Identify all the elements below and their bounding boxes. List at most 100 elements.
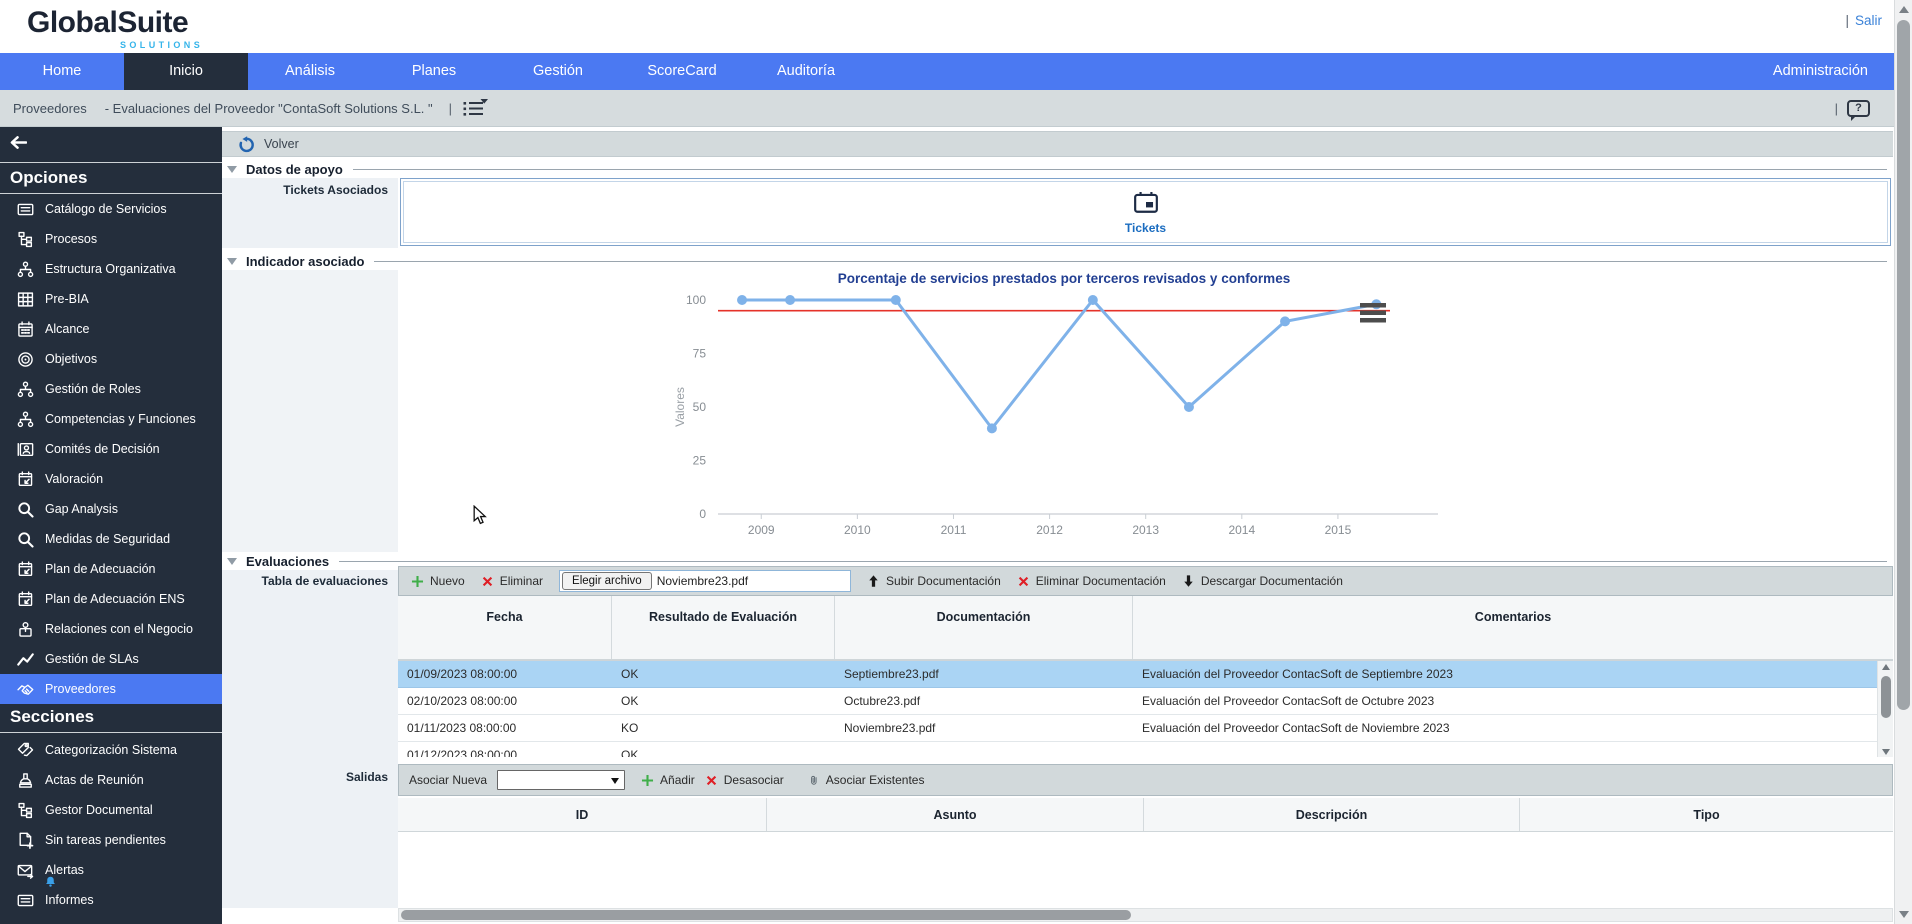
anadir-button[interactable]: Añadir [641, 773, 695, 787]
svg-text:Porcentaje de servicios presta: Porcentaje de servicios prestados por te… [838, 271, 1290, 286]
collapse-triangle-icon[interactable] [227, 165, 237, 173]
column-header-comentarios[interactable]: Comentarios [1133, 596, 1893, 659]
sidebar-item-relaciones-con-el-negocio[interactable]: Relaciones con el Negocio [0, 614, 222, 644]
sidebar-item-estructura-organizativa[interactable]: Estructura Organizativa [0, 254, 222, 284]
sidebar-item-gestion-de-roles[interactable]: Gestión de Roles [0, 374, 222, 404]
desasociar-button[interactable]: Desasociar [705, 773, 784, 787]
volver-button[interactable]: Volver [264, 137, 299, 151]
eliminar-documentacion-button[interactable]: Eliminar Documentación [1017, 574, 1166, 588]
sidebar-item-gap-analysis[interactable]: Gap Analysis [0, 494, 222, 524]
nav-home[interactable]: Home [0, 53, 124, 90]
eliminar-button[interactable]: Eliminar [481, 574, 543, 588]
sidebar-item-objetivos[interactable]: Objetivos [0, 344, 222, 374]
column-header-documentacion[interactable]: Documentación [835, 596, 1133, 659]
scroll-up-icon[interactable] [1899, 6, 1909, 13]
nav-analisis[interactable]: Análisis [248, 53, 372, 90]
sidebar-collapse-button[interactable] [10, 134, 40, 156]
asociar-nueva-select[interactable] [497, 770, 626, 790]
scroll-thumb[interactable] [1897, 20, 1910, 710]
column-header-tipo[interactable]: Tipo [1520, 798, 1893, 831]
table-scrollbar[interactable] [1877, 661, 1893, 757]
column-header-fecha[interactable]: Fecha [398, 596, 612, 659]
sidebar-item-gestor-documental[interactable]: Gestor Documental [0, 795, 222, 825]
scroll-thumb[interactable] [401, 910, 1131, 920]
sidebar-item-valoracion[interactable]: Valoración [0, 464, 222, 494]
section-datos-de-apoyo: Datos de apoyo [227, 160, 1891, 178]
breadcrumb-root[interactable]: Proveedores [13, 101, 87, 116]
nav-administracion[interactable]: Administración [1747, 53, 1894, 90]
target-icon [15, 350, 35, 368]
table-row[interactable]: 01/09/2023 08:00:00 OK Septiembre23.pdf … [398, 661, 1877, 688]
salidas-label: Salidas [345, 770, 388, 784]
elegir-archivo-button[interactable]: Elegir archivo [562, 572, 652, 590]
sidebar-item-gestion-de-slas[interactable]: Gestión de SLAs [0, 644, 222, 674]
column-header-asunto[interactable]: Asunto [767, 798, 1144, 831]
hierarchy-icon [15, 260, 35, 278]
sidebar-item-proveedores[interactable]: Proveedores [0, 674, 222, 704]
sidebar-item-categorizacion-sistema[interactable]: Categorización Sistema [0, 735, 222, 765]
breadcrumb: Proveedores - Evaluaciones del Proveedor… [0, 90, 1894, 127]
sidebar-item-catalogo-de-servicios[interactable]: Catálogo de Servicios [0, 194, 222, 224]
calendar-icon [15, 320, 35, 338]
x-icon [1018, 576, 1028, 586]
descargar-documentacion-button[interactable]: Descargar Documentación [1182, 574, 1343, 588]
table-row[interactable]: 02/10/2023 08:00:00 OK Octubre23.pdf Eva… [398, 688, 1877, 715]
card-person-icon [15, 440, 35, 458]
table-row[interactable]: 01/11/2023 08:00:00 KO Noviembre23.pdf E… [398, 715, 1877, 742]
column-header-id[interactable]: ID [398, 798, 767, 831]
nav-scorecard[interactable]: ScoreCard [620, 53, 744, 90]
logout-link[interactable]: Salir [1855, 13, 1882, 28]
collapse-triangle-icon[interactable] [227, 257, 237, 265]
grid-icon [15, 290, 35, 308]
svg-text:75: 75 [693, 347, 707, 361]
label-column [222, 570, 398, 908]
horizontal-scrollbar[interactable] [398, 908, 1893, 922]
sidebar-sections-title: Secciones [10, 707, 95, 726]
sidebar-item-medidas-de-seguridad[interactable]: Medidas de Seguridad [0, 524, 222, 554]
tickets-asociados-field[interactable]: Tickets [400, 178, 1891, 246]
sidebar-item-procesos[interactable]: Procesos [0, 224, 222, 254]
x-icon [482, 576, 492, 586]
sidebar-item-alertas[interactable]: Alertas [0, 855, 222, 885]
nav-inicio[interactable]: Inicio [124, 53, 248, 90]
column-header-descripcion[interactable]: Descripción [1144, 798, 1520, 831]
chart-menu-icon [1360, 303, 1386, 323]
nuevo-button[interactable]: Nuevo [411, 574, 465, 588]
scroll-down-icon[interactable] [1882, 749, 1890, 755]
sidebar-item-comites-de-decision[interactable]: Comités de Decisión [0, 434, 222, 464]
scroll-up-icon[interactable] [1882, 664, 1890, 670]
help-icon[interactable]: ? [1847, 99, 1870, 121]
sidebar-item-plan-de-adecuacion-ens[interactable]: Plan de Adecuación ENS [0, 584, 222, 614]
collapse-triangle-icon[interactable] [227, 557, 237, 565]
sidebar-item-competencias-y-funciones[interactable]: Competencias y Funciones [0, 404, 222, 434]
logo-subtitle: SOLUTIONS [120, 40, 204, 50]
scroll-thumb[interactable] [1881, 676, 1891, 718]
subir-documentacion-button[interactable]: Subir Documentación [867, 574, 1001, 588]
svg-text:2009: 2009 [748, 523, 775, 537]
sidebar-item-actas-de-reunion[interactable]: Actas de Reunión [0, 765, 222, 795]
nav-gestion[interactable]: Gestión [496, 53, 620, 90]
documents-icon [15, 891, 35, 909]
sidebar-item-pre-bia[interactable]: Pre-BIA [0, 284, 222, 314]
calendar-arrow-icon [15, 470, 35, 488]
logout-separator: | [1845, 13, 1849, 28]
asociar-existentes-button[interactable]: Asociar Existentes [808, 772, 924, 789]
svg-text:100: 100 [686, 293, 706, 307]
sidebar-item-sin-tareas-pendientes[interactable]: Sin tareas pendientes [0, 825, 222, 855]
briefcase-person-icon [15, 620, 35, 638]
page-menu-icon[interactable] [462, 98, 489, 118]
nav-auditoria[interactable]: Auditoría [744, 53, 868, 90]
sidebar: Opciones Catálogo de Servicios Procesos … [0, 127, 222, 924]
sidebar-item-alcance[interactable]: Alcance [0, 314, 222, 344]
scroll-down-icon[interactable] [1899, 911, 1909, 918]
sidebar-item-informes[interactable]: Informes [0, 885, 222, 915]
page-scrollbar[interactable] [1894, 0, 1912, 924]
svg-text:2015: 2015 [1325, 523, 1352, 537]
nav-planes[interactable]: Planes [372, 53, 496, 90]
column-header-resultado[interactable]: Resultado de Evaluación [612, 596, 835, 659]
svg-text:25: 25 [693, 454, 707, 468]
table-row[interactable]: 01/12/2023 08:00:00 OK [398, 742, 1877, 757]
hierarchy-icon [15, 410, 35, 428]
file-input[interactable]: Elegir archivo Noviembre23.pdf [559, 570, 852, 592]
sidebar-item-plan-de-adecuacion[interactable]: Plan de Adecuación [0, 554, 222, 584]
